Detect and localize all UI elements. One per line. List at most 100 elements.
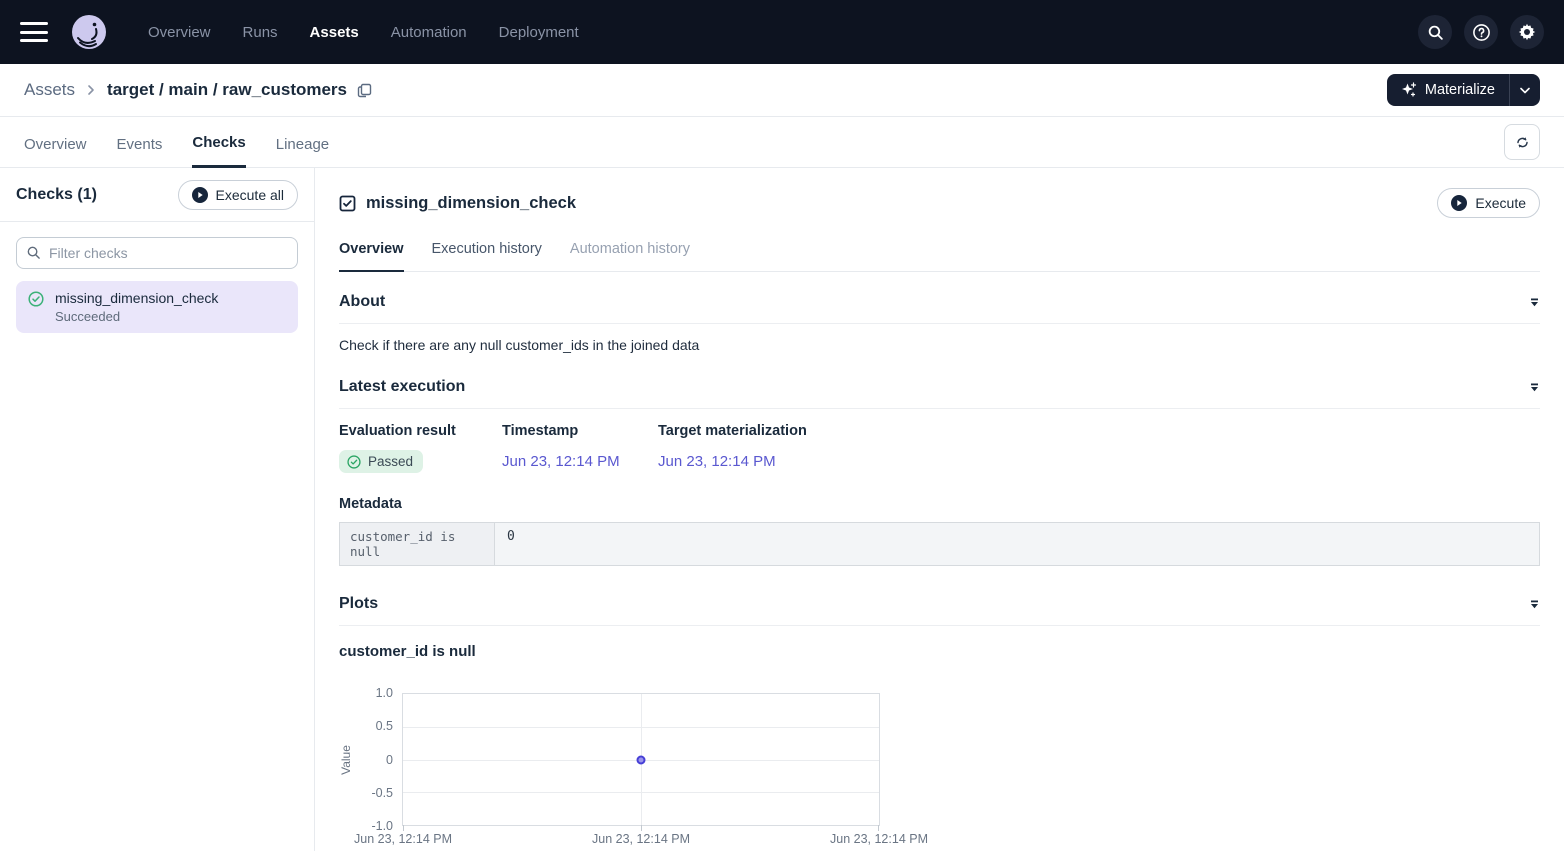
execute-button[interactable]: Execute (1437, 188, 1540, 218)
check-name: missing_dimension_check (55, 290, 218, 306)
materialize-split-button: Materialize (1387, 74, 1540, 106)
column-evaluation-result: Evaluation result (339, 423, 502, 439)
collapse-caret-icon[interactable] (1529, 383, 1540, 392)
target-materialization-link[interactable]: Jun 23, 12:14 PM (658, 453, 1540, 470)
x-tick-mark (403, 825, 404, 831)
materialize-button[interactable]: Materialize (1387, 74, 1509, 106)
asset-tab-bar: Overview Events Checks Lineage (0, 117, 1564, 168)
checks-sidebar: Checks (1) Execute all missing_dimension… (0, 168, 315, 851)
asset-check-icon (339, 195, 356, 212)
chevron-down-icon (1520, 87, 1530, 94)
nav-item-runs[interactable]: Runs (243, 24, 278, 41)
check-list-item[interactable]: missing_dimension_check Succeeded (16, 281, 298, 333)
execution-summary-values: Passed Jun 23, 12:14 PM Jun 23, 12:14 PM (339, 450, 1540, 473)
play-icon (1451, 195, 1467, 211)
filter-checks-field (16, 237, 298, 269)
latest-execution-section-header: Latest execution (339, 378, 1540, 396)
materialize-dropdown-button[interactable] (1510, 74, 1540, 106)
check-description: Check if there are any null customer_ids… (339, 337, 1540, 353)
x-tick-mark (878, 825, 879, 831)
passed-badge: Passed (339, 450, 423, 473)
search-icon (1427, 24, 1444, 41)
execute-label: Execute (1475, 195, 1526, 211)
about-heading: About (339, 293, 385, 311)
collapse-caret-icon[interactable] (1529, 298, 1540, 307)
check-detail-header: missing_dimension_check Execute (315, 168, 1564, 218)
value-scatter-chart: Value 1.0 0.5 0 -0.5 -1.0 (339, 693, 1540, 826)
check-circle-icon (347, 455, 361, 469)
help-icon (1472, 23, 1491, 42)
metadata-value: 0 (495, 523, 1539, 565)
metadata-key: customer_id is null (340, 523, 495, 565)
check-detail-panel: missing_dimension_check Execute Overview… (315, 168, 1564, 851)
check-overview-body: About Check if there are any null custom… (315, 293, 1564, 826)
about-section-header: About (339, 293, 1540, 311)
tab-events[interactable]: Events (117, 136, 163, 167)
x-tick: Jun 23, 12:14 PM (592, 832, 690, 846)
y-axis-label: Value (339, 693, 355, 826)
search-button[interactable] (1418, 15, 1452, 49)
chevron-right-icon (85, 84, 97, 96)
timestamp-link[interactable]: Jun 23, 12:14 PM (502, 453, 658, 470)
dagster-logo-icon[interactable] (70, 13, 108, 51)
latest-execution-heading: Latest execution (339, 378, 465, 396)
y-tick: -1.0 (355, 819, 393, 833)
tab-overview[interactable]: Overview (24, 136, 87, 167)
top-nav-utilities (1418, 15, 1544, 49)
gear-icon (1518, 23, 1536, 41)
metadata-table: customer_id is null 0 (339, 522, 1540, 566)
divider (339, 625, 1540, 626)
column-timestamp: Timestamp (502, 423, 658, 439)
tab-lineage[interactable]: Lineage (276, 136, 329, 167)
help-button[interactable] (1464, 15, 1498, 49)
tab-execution-history[interactable]: Execution history (432, 241, 542, 271)
tab-automation-history[interactable]: Automation history (570, 241, 690, 271)
content-area: Checks (1) Execute all missing_dimension… (0, 168, 1564, 851)
breadcrumb-bar: Assets target / main / raw_customers Mat… (0, 64, 1564, 117)
refresh-icon (1514, 134, 1531, 151)
checks-count-title: Checks (1) (16, 186, 97, 204)
refresh-button[interactable] (1504, 124, 1540, 160)
filter-checks-input[interactable] (16, 237, 298, 269)
y-tick: 1.0 (355, 686, 393, 700)
metadata-heading: Metadata (339, 496, 1540, 512)
plots-section-header: Plots (339, 595, 1540, 613)
asset-actions: Materialize (1387, 74, 1540, 106)
top-nav: Overview Runs Assets Automation Deployme… (0, 0, 1564, 64)
x-tick: Jun 23, 12:14 PM (354, 832, 452, 846)
breadcrumb-asset-path: target / main / raw_customers (107, 80, 347, 100)
copy-icon[interactable] (357, 83, 372, 98)
y-axis-ticks: 1.0 0.5 0 -0.5 -1.0 (355, 693, 393, 826)
app-window: Overview Runs Assets Automation Deployme… (0, 0, 1564, 851)
nav-item-automation[interactable]: Automation (391, 24, 467, 41)
execute-all-button[interactable]: Execute all (178, 180, 298, 210)
nav-item-overview[interactable]: Overview (148, 24, 211, 41)
passed-label: Passed (368, 454, 413, 469)
menu-icon[interactable] (20, 22, 48, 42)
checks-sidebar-header: Checks (1) Execute all (0, 168, 314, 222)
settings-button[interactable] (1510, 15, 1544, 49)
tab-check-overview[interactable]: Overview (339, 241, 404, 272)
execution-summary-headers: Evaluation result Timestamp Target mater… (339, 423, 1540, 439)
tab-checks[interactable]: Checks (192, 134, 245, 168)
check-title: missing_dimension_check (366, 194, 576, 213)
divider (339, 408, 1540, 409)
sparkle-icon (1401, 82, 1417, 98)
materialize-label: Materialize (1425, 82, 1495, 98)
check-circle-icon (28, 291, 44, 324)
y-tick: 0 (355, 753, 393, 767)
nav-item-assets[interactable]: Assets (310, 24, 359, 41)
breadcrumb-assets-link[interactable]: Assets (24, 80, 75, 100)
data-point[interactable] (637, 755, 646, 764)
plot-title: customer_id is null (339, 643, 1540, 660)
check-tab-bar: Overview Execution history Automation hi… (339, 241, 1540, 272)
plots-heading: Plots (339, 595, 378, 613)
plot-area: Jun 23, 12:14 PM Jun 23, 12:14 PM Jun 23… (402, 693, 880, 826)
x-tick-mark (641, 825, 642, 831)
x-tick: Jun 23, 12:14 PM (830, 832, 928, 846)
nav-item-deployment[interactable]: Deployment (499, 24, 579, 41)
check-status: Succeeded (55, 309, 218, 324)
primary-nav: Overview Runs Assets Automation Deployme… (148, 24, 579, 41)
execute-all-label: Execute all (216, 187, 284, 203)
collapse-caret-icon[interactable] (1529, 600, 1540, 609)
